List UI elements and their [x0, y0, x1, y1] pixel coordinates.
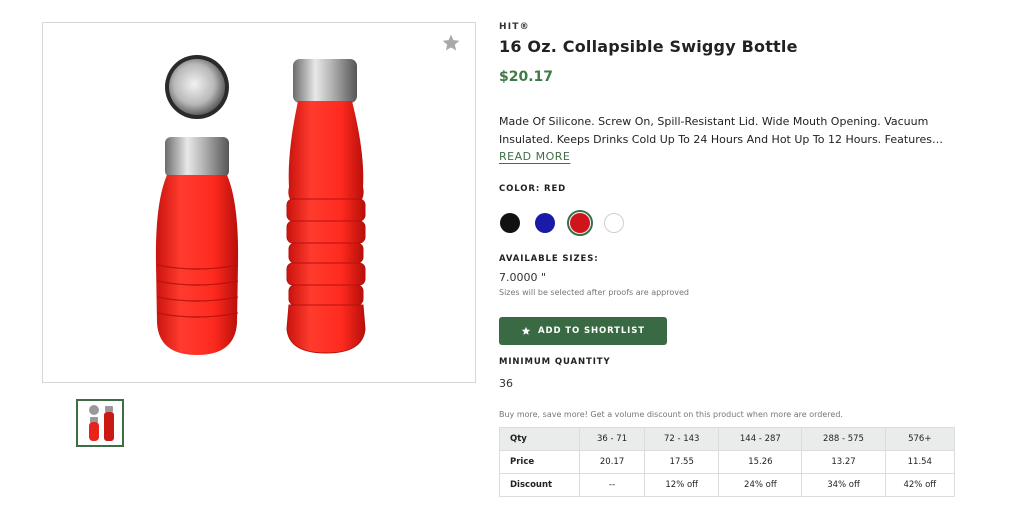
- table-cell: 17.55: [644, 450, 720, 474]
- table-cell: 36 - 71: [578, 427, 646, 451]
- swatch-black[interactable]: [500, 213, 520, 233]
- sizes-label: AVAILABLE SIZES:: [499, 254, 599, 264]
- product-main-image[interactable]: [42, 22, 476, 383]
- product-description: Made Of Silicone. Screw On, Spill-Resist…: [499, 115, 943, 146]
- table-cell: 72 - 143: [644, 427, 720, 451]
- brand-name: HIT®: [499, 22, 530, 32]
- thumbnail-photo: [89, 405, 114, 441]
- row-header: Discount: [499, 473, 580, 497]
- read-more-link[interactable]: READ MORE: [499, 150, 570, 163]
- table-cell: 288 - 575: [801, 427, 886, 451]
- product-photo: [155, 55, 366, 355]
- shortlist-label: ADD TO SHORTLIST: [538, 326, 645, 336]
- star-icon[interactable]: [441, 33, 461, 53]
- table-cell: --: [578, 473, 646, 497]
- table-row: Qty 36 - 71 72 - 143 144 - 287 288 - 575…: [499, 427, 956, 451]
- color-label: COLOR: RED: [499, 184, 567, 194]
- swatch-blue[interactable]: [535, 213, 555, 233]
- table-cell: 42% off: [884, 473, 956, 497]
- product-title: 16 Oz. Collapsible Swiggy Bottle: [499, 37, 798, 56]
- row-header: Qty: [499, 427, 580, 451]
- table-cell: 144 - 287: [718, 427, 803, 451]
- size-value: 7.0000 ": [499, 271, 547, 284]
- table-row: Price 20.17 17.55 15.26 13.27 11.54: [499, 450, 956, 474]
- thumbnail-image[interactable]: [76, 399, 124, 447]
- table-cell: 576+: [884, 427, 956, 451]
- star-icon: [521, 326, 531, 335]
- table-cell: 12% off: [644, 473, 720, 497]
- table-cell: 20.17: [578, 450, 646, 474]
- size-note: Sizes will be selected after proofs are …: [499, 288, 689, 297]
- pricing-table: Qty 36 - 71 72 - 143 144 - 287 288 - 575…: [499, 427, 956, 497]
- row-header: Price: [499, 450, 580, 474]
- product-price: $20.17: [499, 69, 554, 85]
- volume-discount-note: Buy more, save more! Get a volume discou…: [499, 410, 843, 419]
- table-row: Discount -- 12% off 24% off 34% off 42% …: [499, 473, 956, 497]
- swatch-white[interactable]: [604, 213, 624, 233]
- table-cell: 24% off: [718, 473, 803, 497]
- table-cell: 11.54: [884, 450, 956, 474]
- swatch-red[interactable]: [567, 210, 593, 236]
- table-cell: 13.27: [801, 450, 886, 474]
- add-to-shortlist-button[interactable]: ADD TO SHORTLIST: [499, 317, 667, 345]
- min-quantity-label: MINIMUM QUANTITY: [499, 357, 611, 367]
- table-cell: 15.26: [718, 450, 803, 474]
- min-quantity-value: 36: [499, 377, 513, 390]
- table-cell: 34% off: [801, 473, 886, 497]
